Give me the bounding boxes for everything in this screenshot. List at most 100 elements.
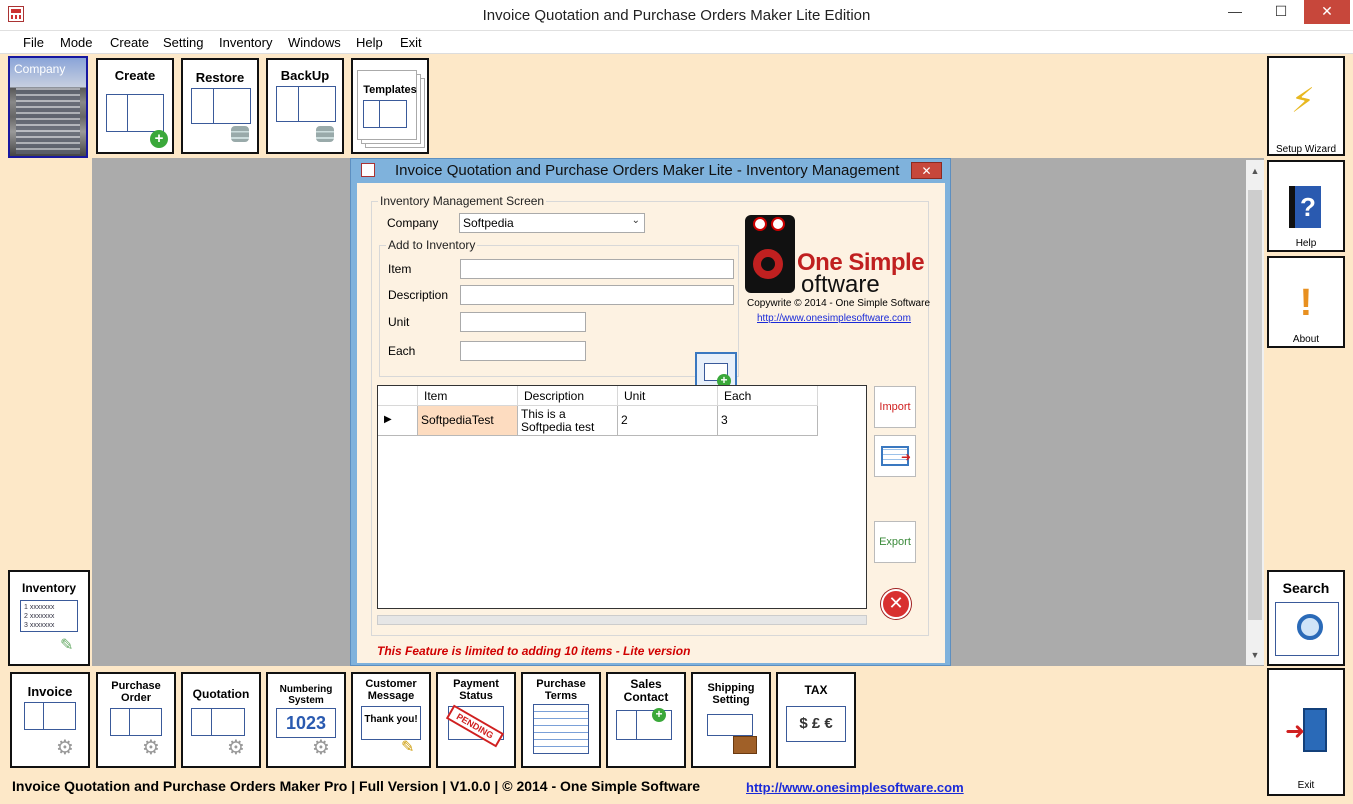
footer-text: Invoice Quotation and Purchase Orders Ma… bbox=[12, 778, 701, 794]
templates-button[interactable]: Templates bbox=[351, 58, 429, 154]
door-icon bbox=[1303, 708, 1327, 752]
company-select[interactable]: Softpedia ⌄ bbox=[459, 213, 645, 233]
templates-label: Templates bbox=[363, 84, 417, 96]
lightning-icon: ⚡ bbox=[1291, 82, 1315, 120]
unit-input[interactable] bbox=[460, 312, 586, 332]
grid-cell-description[interactable]: This is a Softpedia test bbox=[518, 406, 618, 436]
package-icon bbox=[733, 736, 757, 754]
inventory-grid: Item Description Unit Each ▶ SoftpediaTe… bbox=[377, 385, 867, 609]
import-label: Import bbox=[879, 401, 911, 413]
dialog-close-button[interactable]: ✕ bbox=[911, 162, 942, 179]
exclamation-icon: ! bbox=[1299, 282, 1313, 324]
footer-link[interactable]: http://www.onesimplesoftware.com bbox=[746, 780, 964, 795]
menu-mode[interactable]: Mode bbox=[60, 35, 93, 50]
title-bar: Invoice Quotation and Purchase Orders Ma… bbox=[0, 0, 1353, 31]
numbering-system-label: Numbering System bbox=[279, 684, 333, 706]
menu-exit[interactable]: Exit bbox=[400, 35, 422, 50]
document-icon bbox=[24, 702, 76, 730]
purchase-order-button[interactable]: Purchase Order ⚙ bbox=[96, 672, 176, 768]
arrow-right-icon: ➜ bbox=[901, 450, 912, 464]
restore-button[interactable]: Restore bbox=[181, 58, 259, 154]
description-input[interactable] bbox=[460, 285, 734, 305]
restore-label: Restore bbox=[195, 70, 245, 85]
website-link[interactable]: http://www.onesimplesoftware.com bbox=[757, 313, 911, 324]
about-button[interactable]: ! About bbox=[1267, 256, 1345, 348]
company-label: Company bbox=[14, 62, 66, 76]
customer-message-button[interactable]: Customer Message Thank you! ✎ bbox=[351, 672, 431, 768]
inventory-line: 2 xxxxxxx bbox=[24, 613, 55, 620]
setup-wizard-button[interactable]: ⚡ Setup Wizard bbox=[1267, 56, 1345, 156]
close-button[interactable]: ✕ bbox=[1304, 0, 1350, 24]
export-label: Export bbox=[879, 536, 911, 548]
close-dialog-icon[interactable]: ✕ bbox=[881, 589, 911, 619]
menu-inventory[interactable]: Inventory bbox=[219, 35, 272, 50]
copyright-text: Copywrite © 2014 - One Simple Software bbox=[747, 298, 931, 309]
window-title: Invoice Quotation and Purchase Orders Ma… bbox=[482, 7, 871, 24]
menu-windows[interactable]: Windows bbox=[288, 35, 341, 50]
backup-button[interactable]: BackUp bbox=[266, 58, 344, 154]
sales-contact-button[interactable]: Sales Contact + bbox=[606, 672, 686, 768]
each-field-label: Each bbox=[388, 344, 416, 358]
logo-s-mark bbox=[745, 215, 795, 293]
inventory-dialog: Invoice Quotation and Purchase Orders Ma… bbox=[350, 158, 951, 666]
help-label: Help bbox=[1295, 238, 1317, 249]
invoice-label: Invoice bbox=[27, 684, 73, 699]
create-label: Create bbox=[114, 68, 156, 83]
payment-status-label: Payment Status bbox=[453, 678, 499, 702]
purchase-terms-button[interactable]: Purchase Terms bbox=[521, 672, 601, 768]
customer-message-label: Customer Message bbox=[365, 678, 417, 702]
menu-setting[interactable]: Setting bbox=[163, 35, 203, 50]
column-header-each[interactable]: Each bbox=[718, 386, 818, 406]
document-icon bbox=[191, 88, 251, 124]
document-icon bbox=[191, 708, 245, 736]
minimize-button[interactable]: — bbox=[1212, 0, 1258, 24]
numbering-system-button[interactable]: Numbering System 1023 ⚙ bbox=[266, 672, 346, 768]
tax-button[interactable]: TAX $ £ € bbox=[776, 672, 856, 768]
company-button[interactable]: Company bbox=[8, 56, 88, 158]
purchase-order-label: Purchase Order bbox=[111, 680, 161, 704]
dialog-body: Inventory Management Screen Company Soft… bbox=[357, 183, 945, 663]
grid-cell-unit[interactable]: 2 bbox=[618, 406, 718, 436]
invoice-button[interactable]: Invoice ⚙ bbox=[10, 672, 90, 768]
inventory-button[interactable]: Inventory 1 xxxxxxx 2 xxxxxxx 3 xxxxxxx … bbox=[8, 570, 90, 666]
menu-bar: File Mode Create Setting Inventory Windo… bbox=[0, 31, 1353, 54]
exit-button[interactable]: ➜ Exit bbox=[1267, 668, 1345, 796]
menu-file[interactable]: File bbox=[23, 35, 44, 50]
exit-arrow-icon: ➜ bbox=[1285, 718, 1306, 745]
import-button[interactable]: Import bbox=[874, 386, 916, 428]
purchase-terms-label: Purchase Terms bbox=[536, 678, 586, 702]
grid-cell-item[interactable]: SoftpediaTest bbox=[418, 406, 518, 436]
inventory-line: 3 xxxxxxx bbox=[24, 622, 55, 629]
create-button[interactable]: Create + bbox=[96, 58, 174, 154]
maximize-button[interactable]: ☐ bbox=[1258, 0, 1304, 24]
mdi-scrollbar[interactable]: ▲ ▼ bbox=[1246, 160, 1264, 665]
grid-cell-each[interactable]: 3 bbox=[718, 406, 818, 436]
menu-help[interactable]: Help bbox=[356, 35, 383, 50]
database-icon bbox=[316, 126, 334, 142]
scroll-down-icon[interactable]: ▼ bbox=[1246, 650, 1264, 660]
item-input[interactable] bbox=[460, 259, 734, 279]
menu-create[interactable]: Create bbox=[110, 35, 149, 50]
search-button[interactable]: Search bbox=[1267, 570, 1345, 666]
inventory-list-icon: 1 xxxxxxx 2 xxxxxxx 3 xxxxxxx bbox=[20, 600, 78, 632]
item-field-label: Item bbox=[388, 262, 412, 276]
each-input[interactable] bbox=[460, 341, 586, 361]
scroll-thumb[interactable] bbox=[1248, 190, 1262, 620]
document-icon bbox=[363, 100, 407, 128]
column-header-unit[interactable]: Unit bbox=[618, 386, 718, 406]
export-button[interactable]: Export bbox=[874, 521, 916, 563]
column-header-item[interactable]: Item bbox=[418, 386, 518, 406]
grid-hscrollbar[interactable] bbox=[377, 615, 867, 625]
scroll-up-icon[interactable]: ▲ bbox=[1246, 166, 1264, 176]
about-label: About bbox=[1292, 334, 1320, 345]
help-button[interactable]: ? Help bbox=[1267, 160, 1345, 252]
help-book-icon: ? bbox=[1289, 186, 1321, 228]
row-marker[interactable]: ▶ bbox=[378, 406, 418, 436]
payment-status-button[interactable]: Payment Status PENDING bbox=[436, 672, 516, 768]
column-header-description[interactable]: Description bbox=[518, 386, 618, 406]
shipping-setting-button[interactable]: Shipping Setting bbox=[691, 672, 771, 768]
quotation-button[interactable]: Quotation ⚙ bbox=[181, 672, 261, 768]
inventory-line: 1 xxxxxxx bbox=[24, 604, 55, 611]
table-export-button[interactable]: ➜ bbox=[874, 435, 916, 477]
gear-icon: ⚙ bbox=[56, 737, 74, 759]
